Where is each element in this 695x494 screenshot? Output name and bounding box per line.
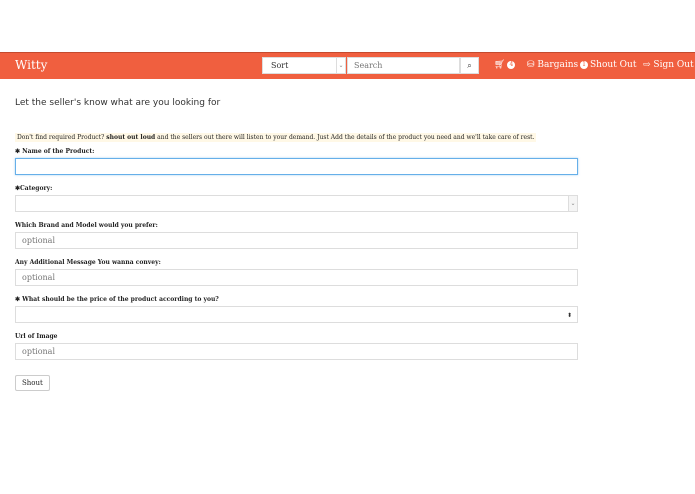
shout-button[interactable]: Shout [15,375,50,391]
shout-form: Let the seller's know what are you looki… [15,98,578,391]
bargains-label: Bargains [537,60,579,70]
chevron-down-icon: ⌄ [336,58,345,73]
price-label: ✱ What should be the price of the produc… [15,296,219,303]
brand-input[interactable] [15,232,578,249]
bargains-count-badge: 1 [580,60,588,69]
page-title: Let the seller's know what are you looki… [15,98,221,108]
price-input[interactable] [15,306,578,323]
message-label: Any Additional Message You wanna convey: [15,259,161,266]
notice-bold: shout out loud [106,134,156,141]
sign-out-label: Sign Out [653,60,694,70]
shout-out-link[interactable]: Shout Out [590,60,636,70]
sign-out-icon: ⇨ [643,60,651,70]
chevron-down-icon: ⌄ [568,196,577,211]
sort-select[interactable]: Sort ⌄ [262,57,346,74]
navbar: Witty Sort ⌄ ⌕ 🛒︎4 ⛁ Bargains1 Shout Out… [0,52,695,79]
basket-icon: ⛁ [527,60,535,70]
bargains-link[interactable]: ⛁ Bargains 1 [527,60,588,70]
sort-value: Sort [271,61,289,70]
brand-logo[interactable]: Witty [15,58,47,72]
product-name-label: ✱ Name of the Product: [15,148,95,155]
cart-icon: 🛒︎ [494,60,506,70]
image-url-label: Url of Image [15,333,58,340]
message-input[interactable] [15,269,578,286]
brand-label: Which Brand and Model would you prefer: [15,222,158,229]
image-url-input[interactable] [15,343,578,360]
sign-out-link[interactable]: ⇨ Sign Out [643,60,694,70]
product-name-input[interactable] [15,158,578,175]
cart-count-badge: 4 [507,60,516,69]
cart-link[interactable]: 🛒︎ 4 [494,60,516,70]
notice-text: Don't find required Product? shout out l… [15,133,537,142]
notice-suffix: and the sellers out there will listen to… [157,134,535,141]
category-label: ✱Category: [15,185,53,192]
search-button[interactable]: ⌕ [460,57,479,74]
notice-prefix: Don't find required Product? [17,134,105,141]
spinner-icon[interactable]: ⬍ [567,312,572,319]
search-icon: ⌕ [467,61,472,70]
search-input[interactable] [347,57,460,74]
category-select[interactable] [15,195,578,212]
